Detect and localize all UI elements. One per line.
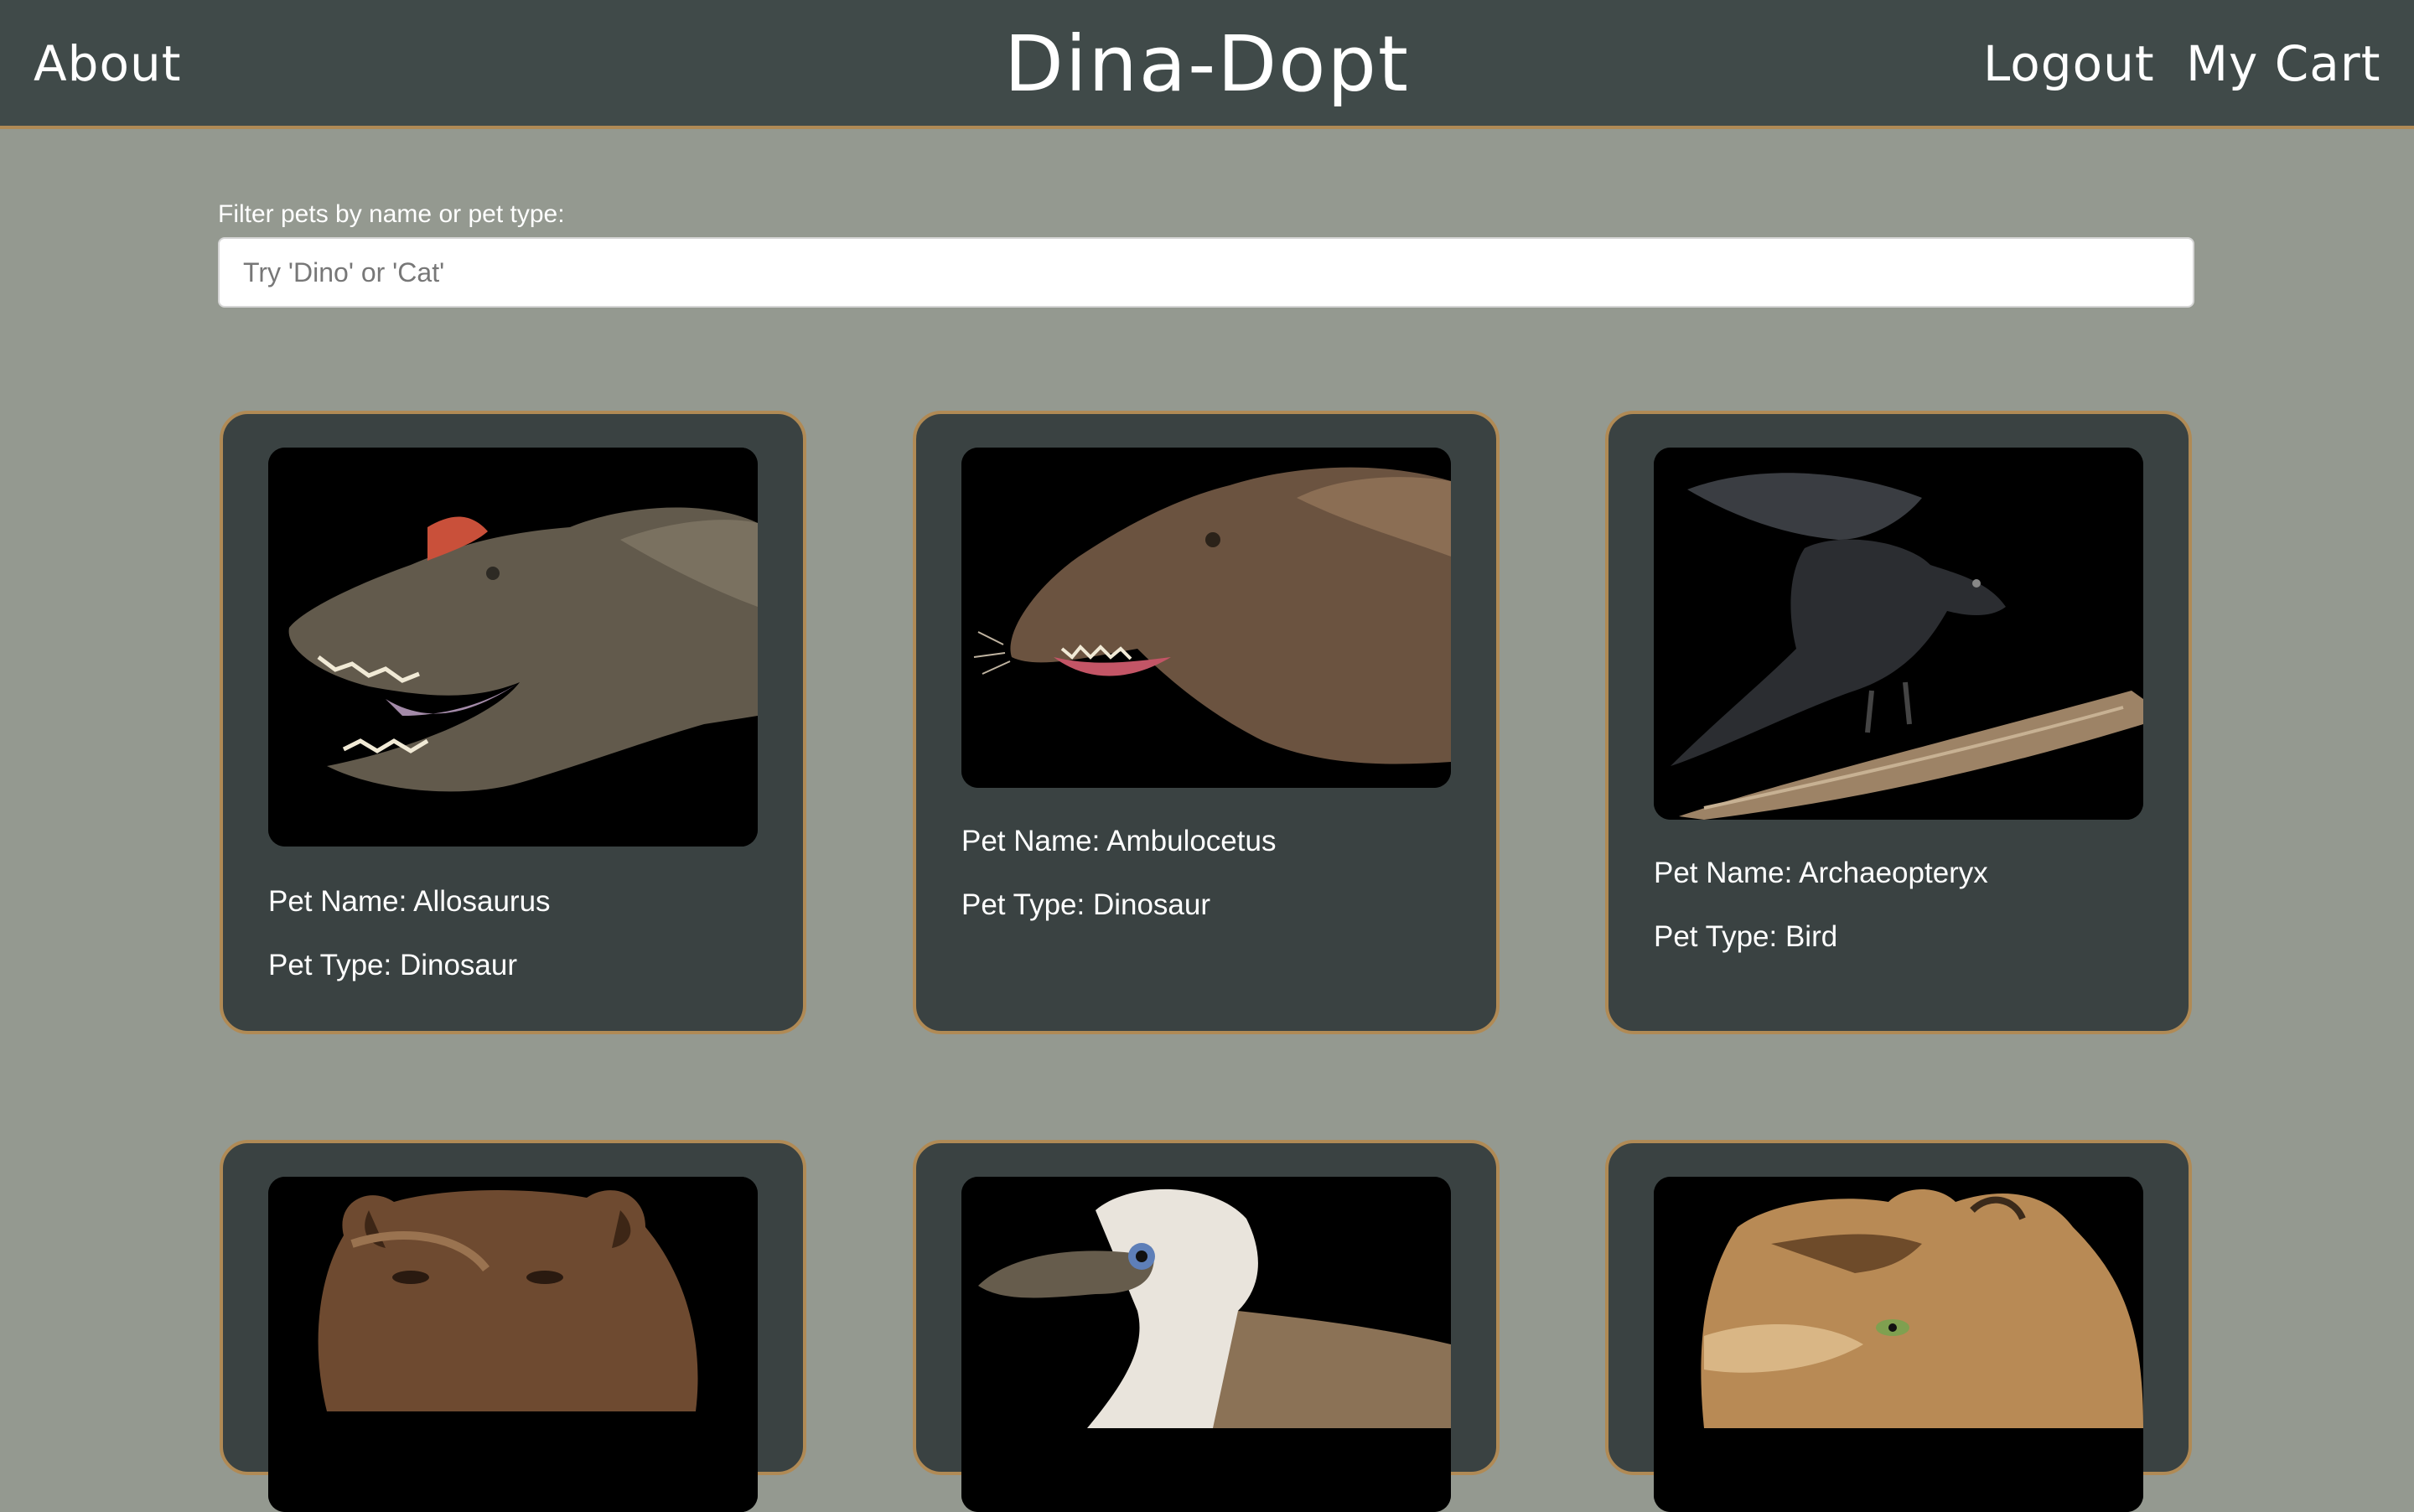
pet-card-dodo[interactable] [913,1140,1500,1512]
filter-input[interactable] [218,237,2194,308]
pet-card-archaeopteryx[interactable]: Pet Name: Archaeopteryx Pet Type: Bird [1605,411,2192,1034]
archaeopteryx-photo [1654,448,2143,820]
pet-name-archaeopteryx: Pet Name: Archaeopteryx [1654,857,1988,889]
filter-label: Filter pets by name or pet type: [218,200,565,228]
pet-card-bear[interactable] [220,1140,806,1512]
saber-tooth-cat-photo [1654,1177,2143,1512]
pet-card-allosaurus[interactable]: Pet Name: Allosaurus Pet Type: Dinosaur [220,411,806,1034]
pet-card-saber-tooth[interactable] [1605,1140,2192,1512]
pet-name-allosaurus: Pet Name: Allosaurus [268,885,551,918]
my-cart-link[interactable]: My Cart [2186,32,2380,96]
top-navbar: About Dina-Dopt Logout My Cart [0,0,2414,129]
logout-link[interactable]: Logout [1983,32,2155,96]
pet-type-allosaurus: Pet Type: Dinosaur [268,949,518,981]
pet-card-ambulocetus[interactable]: Pet Name: Ambulocetus Pet Type: Dinosaur [913,411,1500,1034]
pet-type-archaeopteryx: Pet Type: Bird [1654,920,1838,953]
pet-type-ambulocetus: Pet Type: Dinosaur [961,888,1211,921]
bear-photo [268,1177,758,1512]
allosaurus-photo [268,448,758,847]
pet-name-ambulocetus: Pet Name: Ambulocetus [961,825,1277,857]
dodo-bird-photo [961,1177,1451,1512]
ambulocetus-photo [961,448,1451,788]
